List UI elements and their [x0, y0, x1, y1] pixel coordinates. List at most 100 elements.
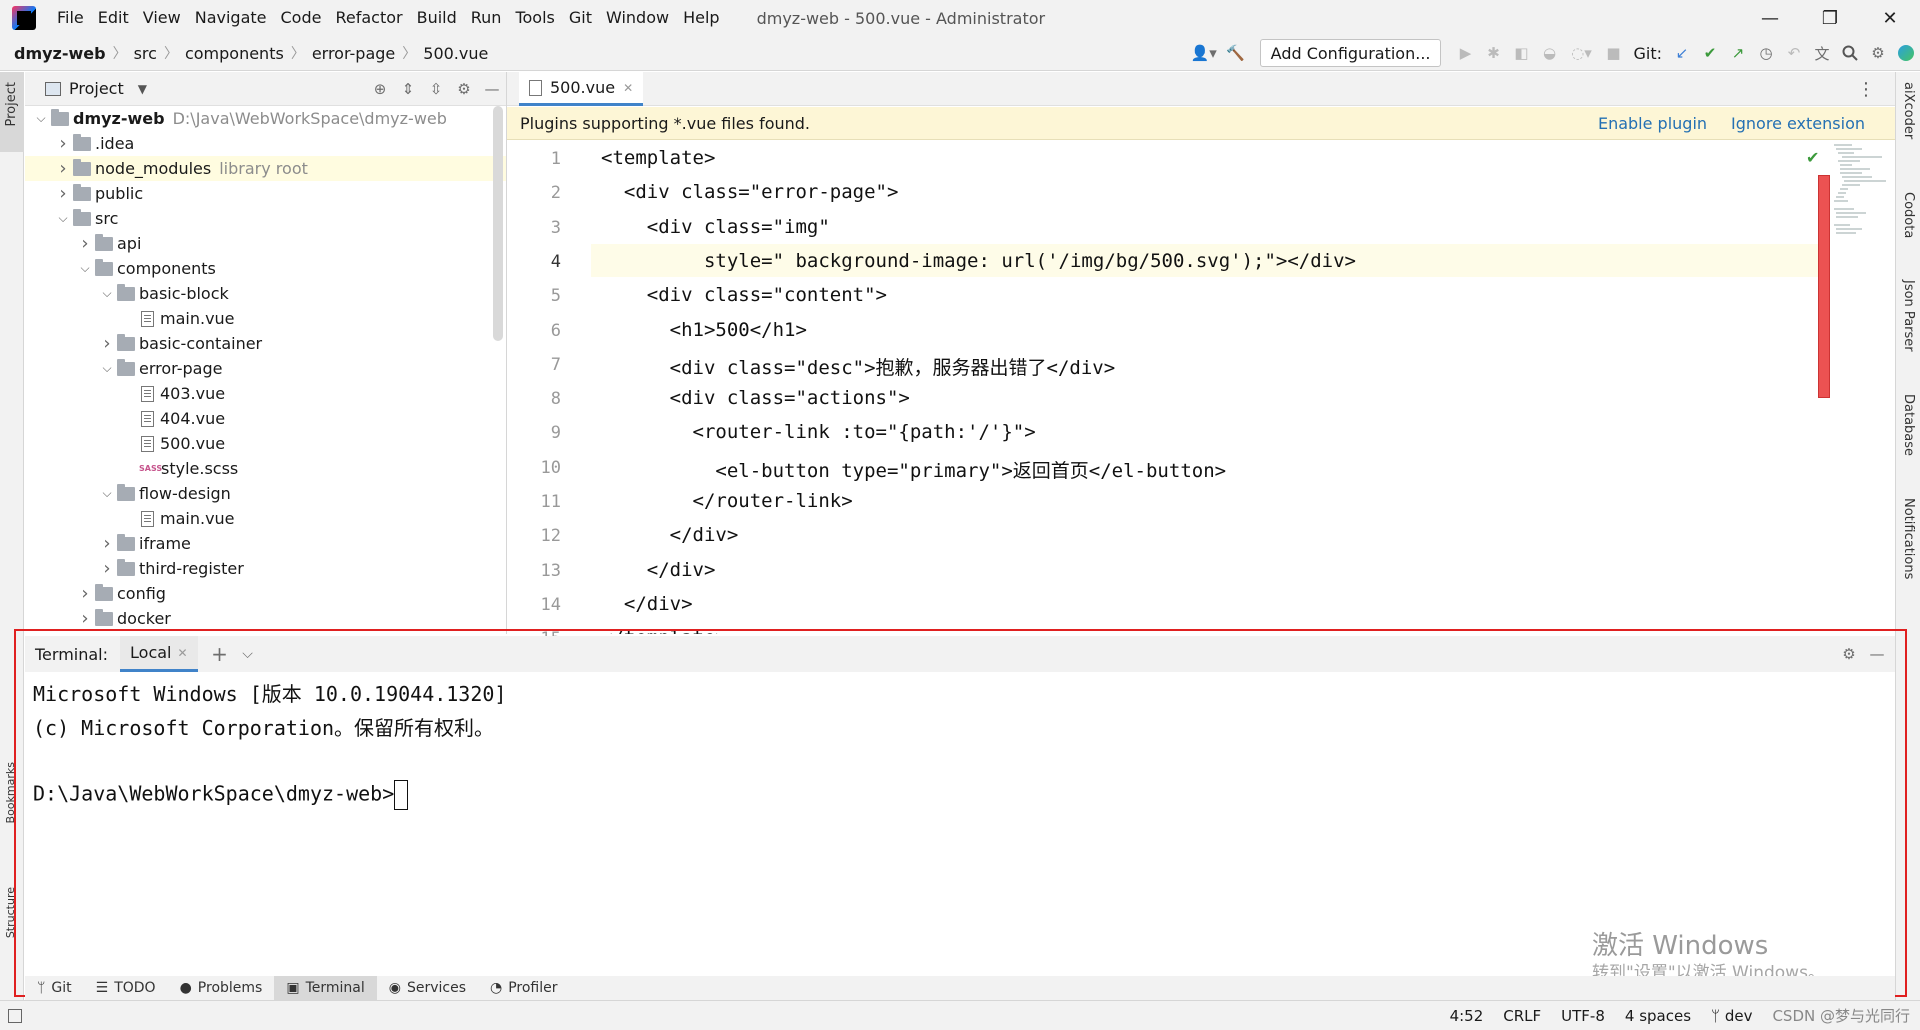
minimize-button[interactable]: — — [1740, 0, 1800, 36]
stop-icon[interactable]: ■ — [1599, 39, 1627, 67]
toggle-tool-windows-icon[interactable] — [8, 1008, 22, 1023]
run-icon[interactable]: ▶ — [1451, 39, 1479, 67]
tree-item[interactable]: › third-register — [25, 556, 506, 581]
code-minimap[interactable] — [1832, 141, 1892, 261]
json-parser-tool-button[interactable]: Json Parser — [1901, 280, 1916, 352]
coverage-icon[interactable]: ◧ — [1507, 39, 1535, 67]
tree-item[interactable]: 500.vue — [25, 431, 506, 456]
git-commit-icon[interactable]: ✔ — [1696, 39, 1724, 67]
breadcrumb-project[interactable]: dmyz-web — [10, 44, 110, 63]
terminal-tab-local[interactable]: Local ✕ — [120, 636, 198, 672]
menu-view[interactable]: View — [136, 0, 188, 36]
menu-edit[interactable]: Edit — [91, 0, 136, 36]
debug-icon[interactable]: ✱ — [1479, 39, 1507, 67]
tree-item[interactable]: › public — [25, 181, 506, 206]
indent-setting[interactable]: 4 spaces — [1615, 1007, 1701, 1025]
menu-code[interactable]: Code — [274, 0, 329, 36]
expand-all-icon[interactable]: ⇕ — [394, 75, 422, 103]
user-icon[interactable]: 👤▾ — [1186, 39, 1222, 67]
bottom-tab-problems[interactable]: ● Problems — [168, 976, 275, 1000]
chevron-down-icon[interactable]: ⌵ — [99, 481, 115, 506]
chevron-down-icon[interactable]: ⌵ — [99, 281, 115, 306]
tree-item[interactable]: 403.vue — [25, 381, 506, 406]
breadcrumb-components[interactable]: components — [181, 44, 288, 63]
panel-settings-gear-icon[interactable]: ⚙ — [450, 75, 478, 103]
translate-icon[interactable]: 文 — [1808, 39, 1836, 67]
search-icon[interactable] — [1836, 39, 1864, 67]
editor-tab-500-vue[interactable]: 500.vue ✕ — [519, 72, 644, 106]
editor-error-stripe[interactable] — [1818, 175, 1830, 398]
notifications-tool-button[interactable]: Notifications — [1901, 498, 1916, 579]
intellij-logo-icon[interactable] — [12, 6, 36, 30]
chevron-right-icon[interactable]: › — [55, 156, 71, 181]
enable-plugin-link[interactable]: Enable plugin — [1598, 114, 1707, 133]
chevron-right-icon[interactable]: › — [77, 231, 93, 256]
menu-refactor[interactable]: Refactor — [328, 0, 409, 36]
tree-item[interactable]: ⌵ error-page — [25, 356, 506, 381]
bottom-tab-profiler[interactable]: ◔ Profiler — [478, 976, 570, 1000]
menu-build[interactable]: Build — [410, 0, 464, 36]
caret-position[interactable]: 4:52 — [1440, 1007, 1494, 1025]
menu-help[interactable]: Help — [676, 0, 726, 36]
more-run-icon[interactable]: ◌▾ — [1563, 39, 1599, 67]
database-tool-button[interactable]: Database — [1901, 394, 1916, 456]
chevron-right-icon[interactable]: › — [77, 606, 93, 631]
tree-item[interactable]: ⌵ flow-design — [25, 481, 506, 506]
git-history-icon[interactable]: ◷ — [1752, 39, 1780, 67]
tree-item[interactable]: main.vue — [25, 506, 506, 531]
locate-target-icon[interactable]: ⊕ — [366, 75, 394, 103]
chevron-down-icon[interactable]: ⌵ — [99, 356, 115, 381]
close-tab-icon[interactable]: ✕ — [623, 81, 633, 95]
restore-button[interactable]: ❐ — [1800, 0, 1860, 36]
tree-item[interactable]: › config — [25, 581, 506, 606]
chevron-down-icon[interactable]: ⌵ — [234, 640, 262, 668]
line-separator[interactable]: CRLF — [1493, 1007, 1551, 1025]
tree-item[interactable]: › iframe — [25, 531, 506, 556]
bottom-tab-git[interactable]: ᛘ Git — [25, 976, 84, 1000]
code-with-me-icon[interactable] — [1892, 39, 1920, 67]
collapse-all-icon[interactable]: ⇳ — [422, 75, 450, 103]
tree-item[interactable]: main.vue — [25, 306, 506, 331]
tree-item[interactable]: ⌵ basic-block — [25, 281, 506, 306]
build-hammer-icon[interactable]: 🔨 — [1222, 39, 1250, 67]
ignore-extension-link[interactable]: Ignore extension — [1731, 114, 1865, 133]
breadcrumb-error-page[interactable]: error-page — [308, 44, 399, 63]
tree-item[interactable]: SASS style.scss — [25, 456, 506, 481]
settings-gear-icon[interactable]: ⚙ — [1864, 39, 1892, 67]
git-branch-indicator[interactable]: ᛘ dev — [1701, 1007, 1762, 1025]
file-encoding[interactable]: UTF-8 — [1551, 1007, 1615, 1025]
chevron-down-icon[interactable]: ⌵ — [33, 106, 49, 131]
project-tool-button[interactable]: Project — [0, 72, 24, 152]
profile-icon[interactable]: ◒ — [1535, 39, 1563, 67]
chevron-right-icon[interactable]: › — [99, 531, 115, 556]
codota-tool-button[interactable]: Codota — [1901, 192, 1916, 238]
menu-run[interactable]: Run — [464, 0, 509, 36]
bottom-tab-todo[interactable]: ☰ TODO — [84, 976, 168, 1000]
bottom-tab-terminal[interactable]: ▣ Terminal — [274, 976, 377, 1000]
chevron-right-icon[interactable]: › — [55, 131, 71, 156]
breadcrumb-src[interactable]: src — [130, 44, 161, 63]
tree-item[interactable]: › basic-container — [25, 331, 506, 356]
project-view-title[interactable]: Project — [69, 79, 124, 98]
tree-item[interactable]: › node_modules library root — [25, 156, 506, 181]
chevron-right-icon[interactable]: › — [99, 556, 115, 581]
chevron-right-icon[interactable]: › — [99, 331, 115, 356]
close-tab-icon[interactable]: ✕ — [177, 646, 187, 660]
close-window-button[interactable]: ✕ — [1860, 0, 1920, 36]
chevron-down-icon[interactable]: ⌵ — [55, 206, 71, 231]
tree-item[interactable]: ⌵ components — [25, 256, 506, 281]
bottom-tab-services[interactable]: ◉ Services — [377, 976, 478, 1000]
terminal-settings-gear-icon[interactable]: ⚙ — [1835, 640, 1863, 668]
code-editor[interactable]: <template> <div class="error-page"> <div… — [591, 141, 1821, 634]
tree-item[interactable]: ⌵ dmyz-web D:\Java\WebWorkSpace\dmyz-web — [25, 106, 506, 131]
inspection-ok-icon[interactable]: ✔ — [1806, 148, 1819, 167]
new-terminal-plus-icon[interactable]: + — [206, 640, 234, 668]
menu-git[interactable]: Git — [562, 0, 599, 36]
hide-panel-icon[interactable]: — — [478, 75, 506, 103]
menu-file[interactable]: File — [50, 0, 91, 36]
add-configuration-button[interactable]: Add Configuration... — [1259, 39, 1442, 67]
git-push-icon[interactable]: ↗ — [1724, 39, 1752, 67]
chevron-down-icon[interactable]: ▼ — [138, 82, 147, 96]
hide-terminal-icon[interactable]: — — [1863, 640, 1891, 668]
menu-navigate[interactable]: Navigate — [188, 0, 274, 36]
